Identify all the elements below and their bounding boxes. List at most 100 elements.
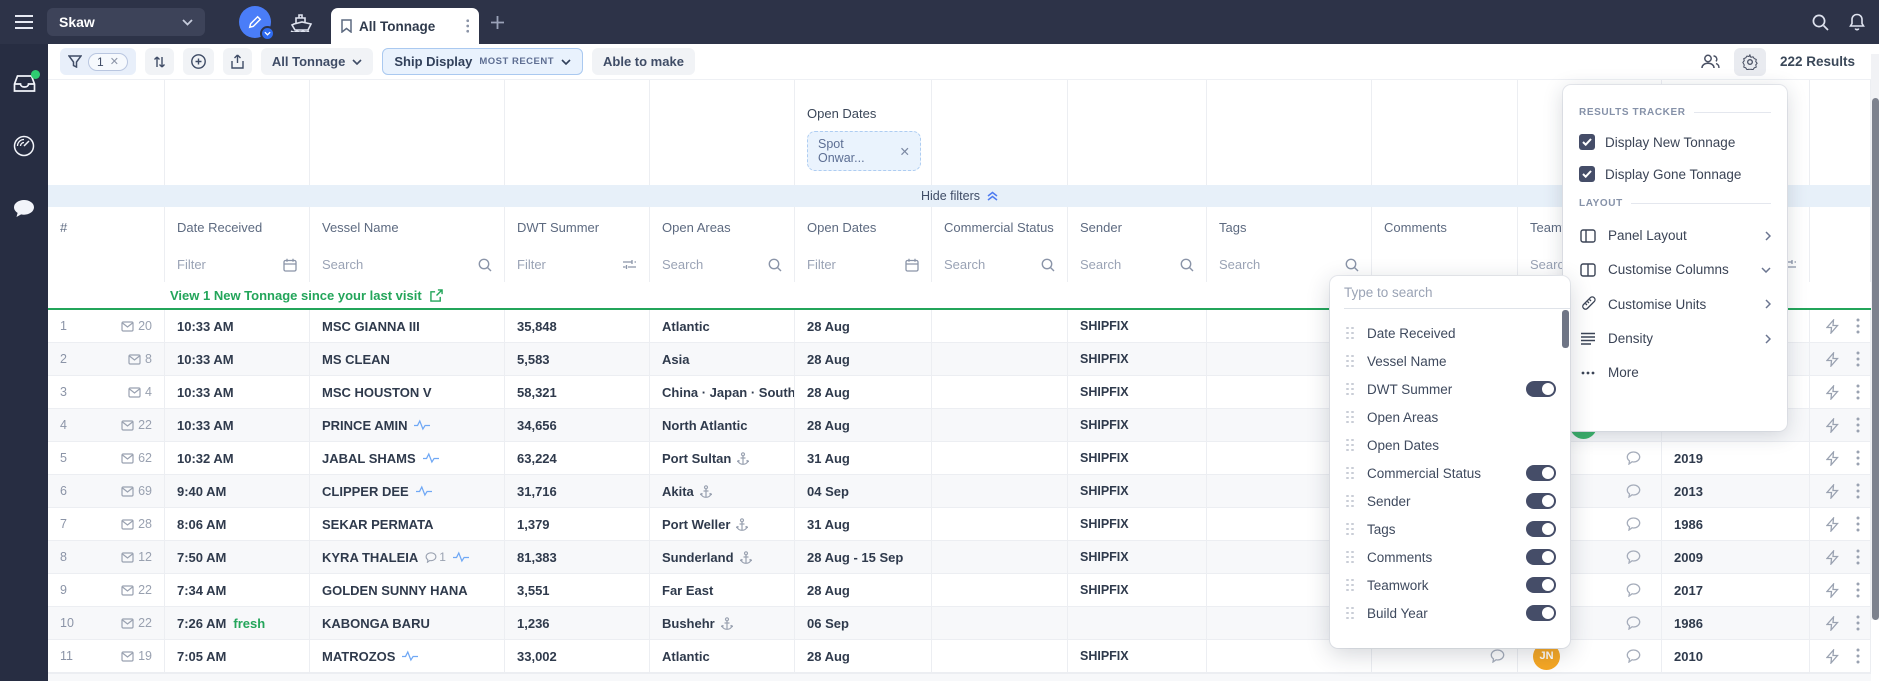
row-menu-icon[interactable]	[1856, 450, 1860, 466]
checkbox-checked[interactable]	[1579, 166, 1595, 182]
column-header[interactable]: Commercial Status	[932, 207, 1068, 247]
column-toggle-item[interactable]: Vessel Name	[1330, 347, 1570, 375]
lightning-icon[interactable]	[1826, 318, 1839, 334]
drag-handle-icon[interactable]	[1346, 466, 1354, 480]
lightning-icon[interactable]	[1826, 549, 1839, 565]
filter-count-chip[interactable]: 1 ✕	[88, 52, 128, 71]
able-to-make-button[interactable]: Able to make	[592, 48, 695, 75]
open-dates-filter-chip[interactable]: Spot Onwar... ✕	[807, 131, 921, 171]
column-header[interactable]: Vessel Name	[310, 207, 505, 247]
dropdown-scrollbar-thumb[interactable]	[1562, 310, 1569, 348]
table-row[interactable]: 7 28 8:06 AM SEKAR PERMATA 1,379 Port Weller 3…	[48, 508, 1871, 541]
ship-display-selector[interactable]: Ship Display MOST RECENT	[382, 48, 584, 75]
settings-checkbox-1[interactable]: Display Gone Tonnage	[1579, 166, 1771, 182]
new-tab-button[interactable]	[491, 15, 504, 29]
lightning-icon[interactable]	[1826, 615, 1839, 631]
drag-handle-icon[interactable]	[1346, 522, 1354, 536]
settings-menu-item[interactable]: Panel Layout	[1579, 228, 1771, 243]
row-menu-icon[interactable]	[1856, 615, 1860, 631]
remove-filter-icon[interactable]: ✕	[900, 144, 910, 159]
toggle-on[interactable]	[1526, 493, 1556, 509]
export-button[interactable]	[222, 48, 252, 75]
lightning-icon[interactable]	[1826, 483, 1839, 499]
row-menu-icon[interactable]	[1856, 384, 1860, 400]
table-row[interactable]: 10 22 7:26 AM fresh KABONGA BARU 1,236 Bushehr…	[48, 607, 1871, 640]
lightning-icon[interactable]	[1826, 516, 1839, 532]
column-filter[interactable]: Search	[650, 247, 795, 282]
sort-button[interactable]	[144, 48, 174, 75]
lightning-icon[interactable]	[1826, 648, 1839, 664]
row-menu-icon[interactable]	[1856, 648, 1860, 664]
column-header[interactable]: Comments	[1372, 207, 1518, 247]
settings-menu-item[interactable]: Customise Units	[1579, 296, 1771, 312]
column-header[interactable]: Open Dates	[795, 207, 932, 247]
teamwork-bubble-icon[interactable]	[1626, 583, 1641, 597]
column-filter[interactable]: Search	[310, 247, 505, 282]
lightning-icon[interactable]	[1826, 417, 1839, 433]
view-selector[interactable]: All Tonnage	[260, 48, 374, 75]
table-row[interactable]: 11 19 7:05 AM MATROZOS 33,002 Atlantic 28 Aug S…	[48, 640, 1871, 673]
comment-bubble-icon[interactable]	[1490, 649, 1505, 663]
columns-search-input[interactable]	[1344, 284, 1556, 300]
column-toggle-item[interactable]: Open Areas	[1330, 403, 1570, 431]
compose-dropdown-badge[interactable]	[260, 26, 275, 41]
checkbox-checked[interactable]	[1579, 134, 1595, 150]
workspace-selector[interactable]: Skaw	[47, 8, 205, 36]
row-menu-icon[interactable]	[1856, 351, 1860, 367]
table-row[interactable]: 6 69 9:40 AM CLIPPER DEE 31,716 Akita 04 Sep SH…	[48, 475, 1871, 508]
column-header[interactable]: Open Areas	[650, 207, 795, 247]
toggle-on[interactable]	[1526, 521, 1556, 537]
lightning-icon[interactable]	[1826, 450, 1839, 466]
drag-handle-icon[interactable]	[1346, 382, 1354, 396]
lightning-icon[interactable]	[1826, 351, 1839, 367]
column-filter[interactable]: Filter	[795, 247, 932, 282]
new-tonnage-link[interactable]: View 1 New Tonnage since your last visit	[170, 288, 443, 303]
row-menu-icon[interactable]	[1856, 516, 1860, 532]
toggle-on[interactable]	[1526, 605, 1556, 621]
toggle-on[interactable]	[1526, 577, 1556, 593]
drag-handle-icon[interactable]	[1346, 494, 1354, 508]
people-icon[interactable]	[1700, 54, 1720, 69]
column-header[interactable]	[1810, 207, 1871, 247]
vertical-scrollbar[interactable]	[1871, 54, 1879, 620]
teamwork-bubble-icon[interactable]	[1626, 649, 1641, 663]
table-row[interactable]: 8 12 7:50 AM KYRA THALEIA 1 81,383 Sunderland 2…	[48, 541, 1871, 574]
column-toggle-item[interactable]: Date Received	[1330, 319, 1570, 347]
column-header[interactable]: #	[48, 207, 165, 247]
teamwork-bubble-icon[interactable]	[1626, 616, 1641, 630]
column-toggle-item[interactable]: DWT Summer	[1330, 375, 1570, 403]
column-toggle-item[interactable]: Sender	[1330, 487, 1570, 515]
table-row[interactable]: 5 62 10:32 AM JABAL SHAMS 63,224 Port Sultan 3…	[48, 442, 1871, 475]
column-toggle-item[interactable]: Open Dates	[1330, 431, 1570, 459]
toggle-on[interactable]	[1526, 381, 1556, 397]
sidebar-item-inbox[interactable]	[13, 70, 40, 93]
column-header[interactable]: Date Received	[165, 207, 310, 247]
sidebar-item-radar[interactable]	[13, 135, 35, 157]
column-filter[interactable]: Filter	[165, 247, 310, 282]
column-toggle-item[interactable]: Tags	[1330, 515, 1570, 543]
column-header[interactable]: Tags	[1207, 207, 1372, 247]
row-menu-icon[interactable]	[1856, 549, 1860, 565]
toggle-on[interactable]	[1526, 549, 1556, 565]
settings-checkbox-0[interactable]: Display New Tonnage	[1579, 134, 1771, 150]
row-menu-icon[interactable]	[1856, 582, 1860, 598]
settings-button[interactable]	[1733, 47, 1766, 76]
tab-all-tonnage[interactable]: All Tonnage	[331, 8, 479, 44]
row-menu-icon[interactable]	[1856, 318, 1860, 334]
drag-handle-icon[interactable]	[1346, 326, 1354, 340]
tab-menu-icon[interactable]	[465, 19, 470, 33]
drag-handle-icon[interactable]	[1346, 438, 1354, 452]
row-menu-icon[interactable]	[1856, 483, 1860, 499]
column-toggle-item[interactable]: Commercial Status	[1330, 459, 1570, 487]
teamwork-bubble-icon[interactable]	[1626, 484, 1641, 498]
toggle-on[interactable]	[1526, 465, 1556, 481]
column-header[interactable]: DWT Summer	[505, 207, 650, 247]
table-row[interactable]: 9 22 7:34 AM GOLDEN SUNNY HANA 3,551 Far East…	[48, 574, 1871, 607]
columns-search[interactable]	[1330, 276, 1570, 308]
clear-filters-icon[interactable]: ✕	[110, 55, 119, 68]
settings-menu-item[interactable]: More	[1579, 365, 1771, 380]
drag-handle-icon[interactable]	[1346, 578, 1354, 592]
column-filter[interactable]: Search	[932, 247, 1068, 282]
column-filter[interactable]: Filter	[505, 247, 650, 282]
compose-button[interactable]	[239, 6, 275, 41]
